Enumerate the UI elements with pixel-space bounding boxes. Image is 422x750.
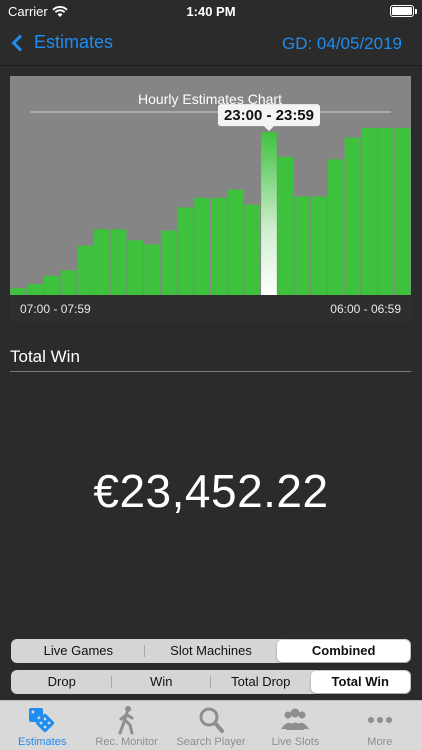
- chart-bar[interactable]: [227, 189, 244, 295]
- chart-tooltip-arrow: [263, 126, 274, 132]
- tab-label: Live Slots: [271, 736, 320, 748]
- magnifier-icon: [199, 707, 225, 733]
- section-divider: [10, 371, 411, 372]
- metric-option-label: Total Win: [331, 674, 389, 689]
- source-option-live-games[interactable]: Live Games: [12, 640, 145, 662]
- chart-bar[interactable]: [94, 229, 110, 295]
- chart-bar[interactable]: [60, 270, 77, 295]
- status-bar: Carrier 1:40 PM: [0, 0, 422, 24]
- chart-bar[interactable]: [43, 275, 60, 295]
- chart-bar[interactable]: [77, 245, 94, 295]
- more-dots-icon: [367, 717, 392, 723]
- chart-bar[interactable]: [27, 284, 43, 295]
- chart-bar[interactable]: [311, 196, 327, 295]
- chevron-left-icon: [11, 34, 29, 51]
- tab-more[interactable]: More: [338, 701, 422, 750]
- chart-bar[interactable]: [10, 288, 27, 295]
- tab-rec-monitor[interactable]: Rec. Monitor: [84, 701, 168, 750]
- tab-label: Estimates: [18, 736, 67, 748]
- walking-person-icon: [118, 706, 134, 735]
- x-axis-end-label: 06:00 - 06:59: [330, 302, 401, 316]
- tab-label: Rec. Monitor: [95, 736, 158, 748]
- nav-bar: Estimates GD: 04/05/2019: [0, 24, 422, 66]
- chart-bar[interactable]: [277, 156, 294, 295]
- metric-segmented-control: Drop Win Total Drop Total Win: [11, 670, 411, 694]
- chart-bar[interactable]: [244, 204, 261, 295]
- chart-tooltip-label: 23:00 - 23:59: [224, 107, 314, 124]
- chart-bar[interactable]: [211, 197, 227, 295]
- chart-bar[interactable]: [160, 230, 177, 295]
- chart-bar[interactable]: [127, 240, 144, 295]
- source-segmented-control: Live Games Slot Machines Combined: [11, 639, 411, 663]
- source-option-slot-machines[interactable]: Slot Machines: [145, 640, 278, 662]
- chart-bar[interactable]: [110, 229, 127, 295]
- chart-bar[interactable]: [394, 128, 411, 295]
- tab-label: Search Player: [176, 736, 246, 748]
- chart-bar[interactable]: [327, 159, 344, 295]
- tab-live-slots[interactable]: Live Slots: [253, 701, 337, 750]
- chart-x-axis: 07:00 - 07:59 06:00 - 06:59: [10, 295, 411, 322]
- x-axis-start-label: 07:00 - 07:59: [20, 302, 91, 316]
- chart-bar[interactable]: [144, 244, 160, 295]
- section-title: Total Win: [10, 347, 80, 366]
- chart-tooltip: 23:00 - 23:59: [217, 104, 320, 132]
- chart-bar[interactable]: [378, 128, 394, 295]
- chart-bar[interactable]: [194, 197, 210, 295]
- source-option-label: Combined: [311, 643, 376, 658]
- battery-icon: [390, 5, 417, 17]
- metric-option-label: Drop: [47, 674, 76, 689]
- metric-option-drop[interactable]: Drop: [12, 671, 112, 693]
- hourly-chart[interactable]: Hourly Estimates Chart 23:00 - 23:59: [10, 76, 411, 322]
- people-group-icon: [281, 708, 310, 730]
- hourly-chart-svg: Hourly Estimates Chart 23:00 - 23:59: [10, 91, 411, 295]
- gaming-date-button[interactable]: GD: 04/05/2019: [282, 34, 402, 54]
- chart-bar[interactable]: [344, 137, 361, 295]
- dice-icon: [29, 708, 55, 733]
- metric-option-total-drop[interactable]: Total Drop: [211, 671, 311, 693]
- chart-bar[interactable]: [261, 132, 277, 295]
- chart-bar[interactable]: [361, 128, 378, 295]
- chart-bar[interactable]: [177, 207, 194, 295]
- metric-option-label: Win: [150, 674, 173, 689]
- tab-search-player[interactable]: Search Player: [169, 701, 253, 750]
- back-button[interactable]: Estimates: [10, 32, 113, 53]
- source-option-combined[interactable]: Combined: [277, 640, 411, 662]
- source-option-label: Slot Machines: [170, 643, 252, 658]
- total-win-value: €23,452.22: [93, 465, 329, 517]
- tab-bar: Estimates Rec. Monitor Search Player Liv…: [0, 700, 422, 750]
- status-time: 1:40 PM: [186, 4, 236, 19]
- back-button-label: Estimates: [34, 32, 114, 52]
- tab-label: More: [367, 736, 393, 748]
- estimates-screen: Carrier 1:40 PM Estimates GD: 04/05/2019…: [0, 0, 422, 750]
- metric-option-total-win[interactable]: Total Win: [310, 671, 410, 693]
- metric-option-label: Total Drop: [231, 674, 291, 689]
- tab-estimates[interactable]: Estimates: [0, 701, 84, 750]
- metric-option-win[interactable]: Win: [112, 671, 211, 693]
- source-option-label: Live Games: [43, 643, 114, 658]
- chart-bar[interactable]: [294, 196, 311, 295]
